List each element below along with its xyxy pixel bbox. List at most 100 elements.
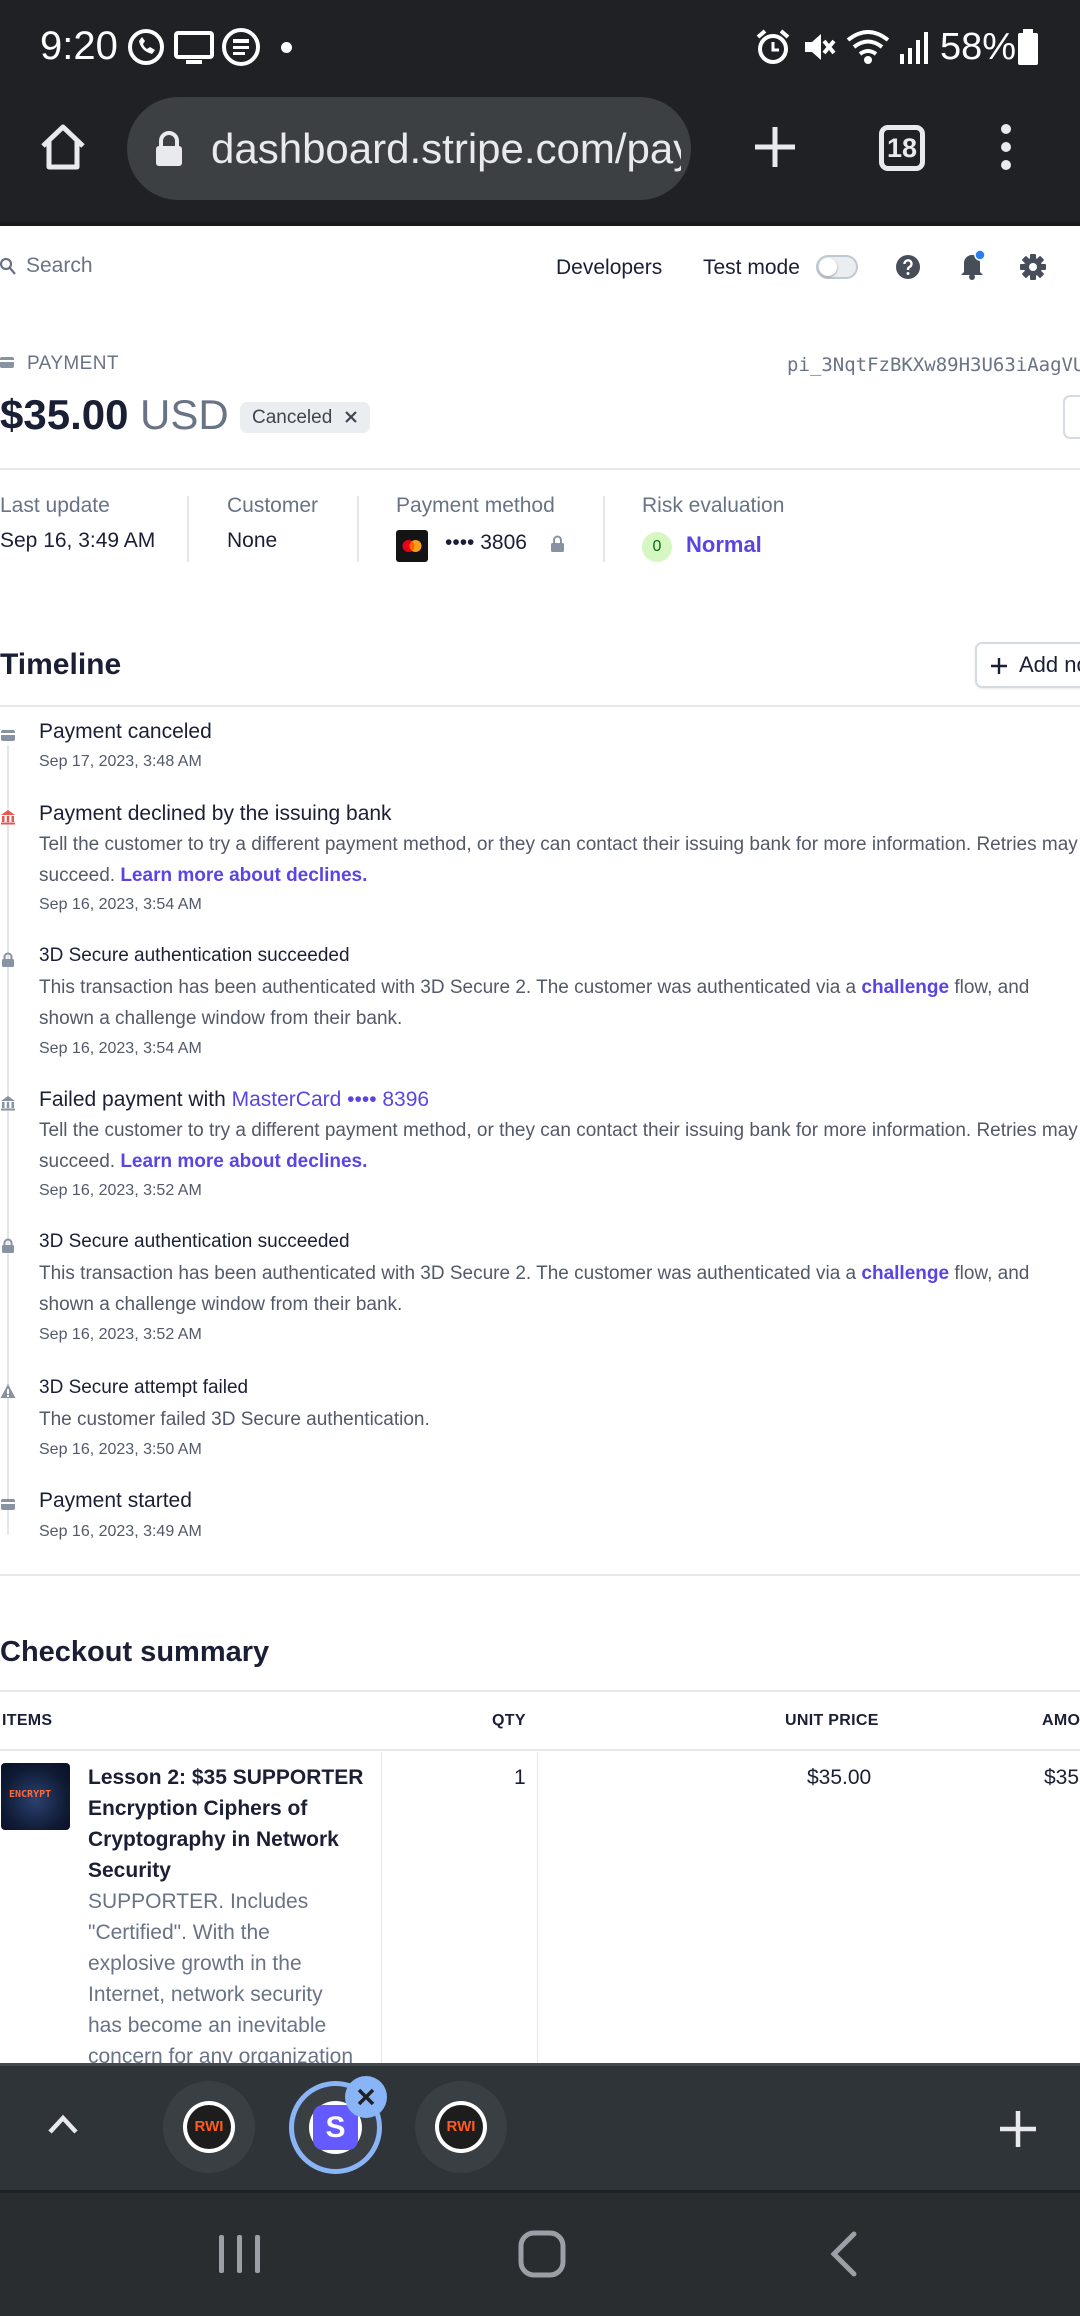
more-menu-icon[interactable]: [994, 122, 1018, 172]
developers-link[interactable]: Developers: [556, 256, 662, 280]
payment-icon: [0, 357, 14, 368]
lock-event-icon: [2, 952, 14, 967]
phone-app-icon: [128, 29, 164, 65]
action-button-partial[interactable]: [1063, 395, 1080, 439]
summary-separator: [357, 496, 359, 562]
payment-id[interactable]: pi_3NqtFzBKXw89H3U63iAagVU: [787, 354, 1080, 376]
risk-score-badge: 0: [642, 532, 672, 562]
timeline-event-title: Payment started: [39, 1489, 192, 1512]
learn-more-declines-link[interactable]: Learn more about declines.: [120, 1151, 367, 1172]
risk-evaluation-label: Risk evaluation: [642, 494, 785, 517]
lock-event-icon: [2, 1238, 14, 1253]
search-input[interactable]: Search: [26, 254, 93, 278]
timeline-event-date: Sep 16, 2023, 3:54 AM: [39, 1040, 202, 1057]
column-header-items: ITEMS: [2, 1712, 53, 1729]
failed-payment-text: Failed payment with: [39, 1088, 226, 1111]
payment-method-label: Payment method: [396, 494, 555, 517]
url-text: dashboard.stripe.com/payr: [211, 125, 681, 172]
tab-switcher-button[interactable]: 18: [879, 125, 925, 171]
bottom-tab-strip: [0, 2063, 1080, 2190]
chevron-up-icon[interactable]: [47, 2113, 79, 2135]
timeline-rail: [7, 745, 9, 1535]
timeline-event-date: Sep 17, 2023, 3:48 AM: [39, 753, 202, 770]
timeline-event-date: Sep 16, 2023, 3:49 AM: [39, 1523, 202, 1540]
column-header-unit-price: UNIT PRICE: [785, 1712, 879, 1729]
timeline-event-description: The customer failed 3D Secure authentica…: [39, 1404, 1079, 1435]
payment-started-icon: [1, 1499, 15, 1510]
checkout-table-top: [0, 1690, 1080, 1692]
wifi-icon: [846, 30, 890, 64]
item-name-line: Encryption Ciphers of: [88, 1797, 308, 1820]
payment-section-label: PAYMENT: [27, 353, 119, 374]
notifications-bell-icon[interactable]: [958, 250, 986, 280]
address-bar[interactable]: dashboard.stripe.com/payr: [127, 97, 691, 200]
risk-evaluation-link[interactable]: Normal: [686, 532, 762, 558]
tab-thumbnail-1[interactable]: RWI: [163, 2081, 255, 2173]
favicon-inner: RWI: [439, 2105, 483, 2149]
tab-strip-border: [0, 2063, 1080, 2066]
test-mode-toggle[interactable]: [816, 255, 858, 279]
3ds-failed-text: The customer failed 3D Secure authentica…: [39, 1409, 430, 1430]
site-favicon: RWI: [183, 2101, 235, 2153]
timeline-end-divider: [0, 1574, 1080, 1576]
timeline-event-date: Sep 16, 2023, 3:50 AM: [39, 1441, 202, 1458]
header-divider: [0, 468, 1080, 470]
item-desc-line: Internet, network security: [88, 1983, 323, 2006]
3ds-text-before: This transaction has been authenticated …: [39, 977, 857, 998]
stripe-header: Search Developers Test mode: [0, 226, 1080, 306]
close-icon: [357, 2088, 375, 2106]
item-amount: $35: [1044, 1766, 1080, 1789]
help-icon[interactable]: [895, 254, 921, 280]
add-note-button[interactable]: Add no: [975, 642, 1080, 688]
timeline-event-description: This transaction has been authenticated …: [39, 1258, 1079, 1320]
news-app-icon: [222, 28, 260, 66]
recent-apps-icon[interactable]: [217, 2233, 263, 2275]
last-update-value: Sep 16, 3:49 AM: [0, 529, 156, 552]
timeline-heading: Timeline: [0, 648, 122, 681]
timeline-event-title: Payment canceled: [39, 720, 212, 743]
alarm-icon: [756, 29, 790, 64]
lock-icon: [156, 131, 182, 166]
mute-icon: [805, 34, 836, 60]
item-desc-line: has become an inevitable: [88, 2014, 327, 2037]
navbar-border: [0, 2190, 1080, 2193]
item-name-line: Cryptography in Network: [88, 1828, 339, 1851]
checkout-table-header-divider: [0, 1749, 1080, 1751]
payment-amount: $35.00: [0, 391, 129, 438]
bank-icon: [1, 1096, 15, 1111]
favicon-inner: RWI: [187, 2105, 231, 2149]
status-time: 9:20: [40, 24, 118, 68]
payment-canceled-icon: [1, 730, 15, 741]
close-tab-button[interactable]: [345, 2076, 387, 2118]
mastercard-link[interactable]: MasterCard •••• 8396: [232, 1088, 430, 1111]
warning-icon: [0, 1384, 16, 1398]
notification-dot: [281, 42, 292, 53]
learn-more-declines-link[interactable]: Learn more about declines.: [120, 865, 367, 886]
timeline-event-title: 3D Secure authentication succeeded: [39, 1231, 350, 1252]
status-bar: 9:20 58%: [0, 0, 1080, 95]
back-nav-icon[interactable]: [826, 2230, 860, 2278]
item-thumbnail: ENCRYPT: [1, 1763, 70, 1830]
timeline-event-title: Payment declined by the issuing bank: [39, 802, 392, 825]
add-tab-icon[interactable]: [998, 2109, 1038, 2149]
search-icon: [0, 257, 16, 275]
lock-small-icon: [551, 535, 564, 552]
challenge-link[interactable]: challenge: [861, 1263, 949, 1284]
3ds-text-before: This transaction has been authenticated …: [39, 1263, 857, 1284]
checkout-summary-heading: Checkout summary: [0, 1636, 270, 1668]
item-name-line: Lesson 2: $35 SUPPORTER: [88, 1766, 364, 1789]
table-row: ENCRYPT Lesson 2: $35 SUPPORTER Encrypti…: [0, 1752, 1080, 2072]
home-icon[interactable]: [38, 122, 88, 172]
timeline-divider: [0, 705, 1080, 707]
tab-thumbnail-3[interactable]: RWI: [415, 2081, 507, 2173]
timeline-event-date: Sep 16, 2023, 3:54 AM: [39, 896, 202, 913]
home-nav-icon[interactable]: [518, 2230, 566, 2278]
settings-gear-icon[interactable]: [1019, 253, 1047, 281]
challenge-link[interactable]: challenge: [861, 977, 949, 998]
timeline-event-title: Failed payment with MasterCard •••• 8396: [39, 1088, 429, 1112]
column-header-amount: AMO: [1042, 1712, 1080, 1729]
new-tab-icon[interactable]: [752, 124, 798, 170]
item-name[interactable]: Lesson 2: $35 SUPPORTER Encryption Ciphe…: [88, 1762, 363, 1886]
timeline-event-title: 3D Secure attempt failed: [39, 1377, 249, 1398]
payment-currency: USD: [140, 391, 229, 438]
